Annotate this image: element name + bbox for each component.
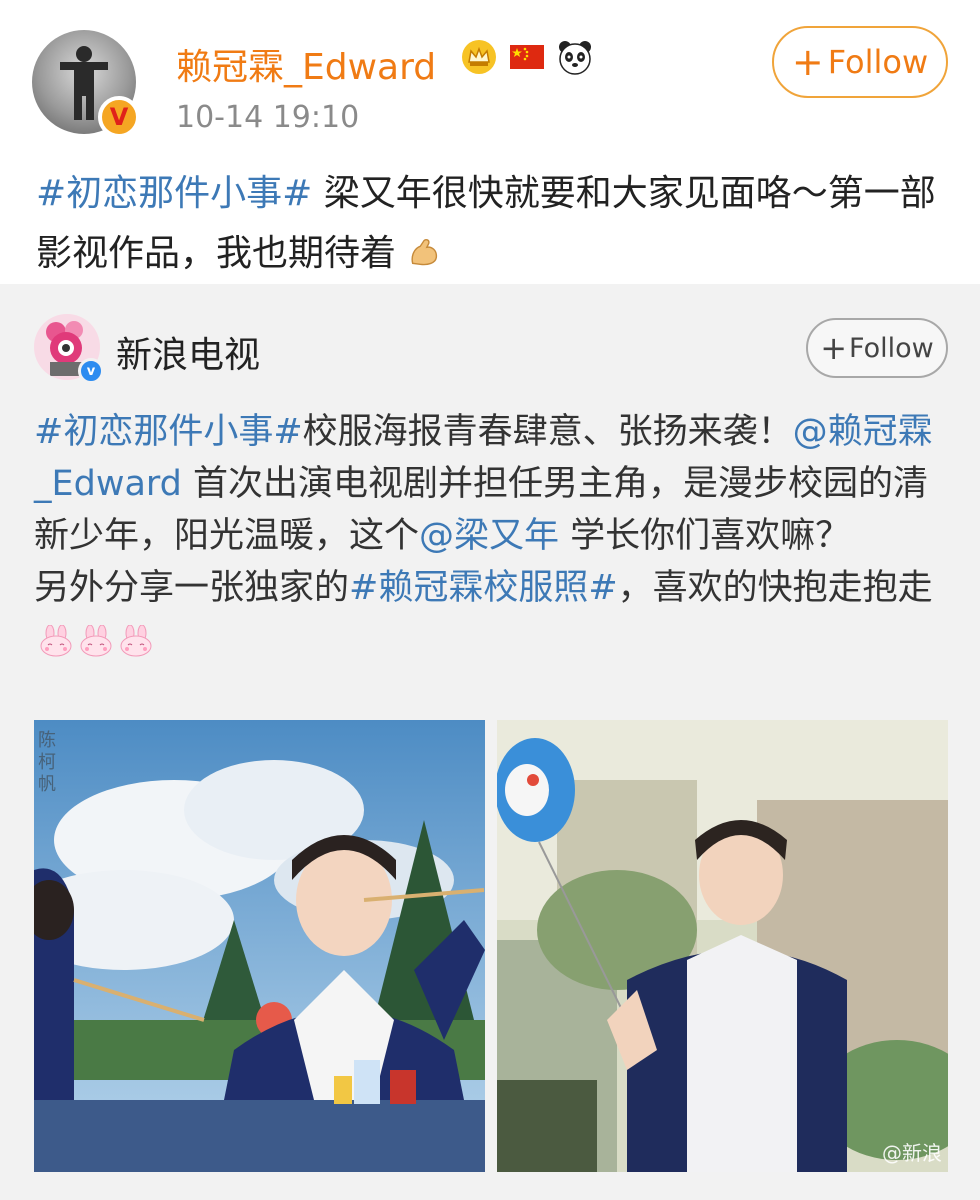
bunny-emoji-group [38,625,154,657]
username[interactable]: 赖冠霖_Edward [176,38,436,90]
repost-text: 校服海报青春肆意、张扬来袭！ [302,412,793,452]
flexed-bicep-icon [411,239,438,266]
repost-username[interactable]: 新浪电视 [116,326,260,378]
crown-badge-icon[interactable] [460,38,498,76]
repost-body: #初恋那件小事#校服海报青春肆意、张扬来袭！@赖冠霖_Edward 首次出演电视… [34,406,934,666]
follow-label: Follow [827,43,929,81]
plus-icon: + [791,40,824,84]
verified-badge: v [78,358,104,384]
hashtag-link[interactable]: #初恋那件小事# [34,412,303,452]
follow-button[interactable]: + Follow [772,26,948,98]
uniform-photo[interactable]: @新浪 [497,720,948,1172]
poster-photo[interactable]: 陈柯帆 [34,720,485,1172]
post-timestamp: 10-14 19:10 [176,100,360,135]
post-body: #初恋那件小事# 梁又年很快就要和大家见面咯～第一部影视作品，我也期待着 [36,164,956,284]
verified-badge: V [98,96,140,138]
repost-text: 另外分享一张独家的 [34,568,350,608]
bunny-icon [80,625,112,657]
photo-grid: 陈柯帆 @新浪 [34,720,948,1172]
panda-icon [556,38,594,76]
china-flag-icon [508,38,546,76]
repost-card[interactable]: v 新浪电视 + Follow #初恋那件小事#校服海报青春肆意、张扬来袭！@赖… [0,284,980,1200]
photo-watermark: @新浪 [882,1141,942,1165]
bunny-icon [40,625,72,657]
hashtag-link[interactable]: #初恋那件小事# [36,173,312,214]
follow-label: Follow [849,332,934,364]
repost-text: 学长你们喜欢嘛？ [559,516,851,556]
hashtag-link[interactable]: #赖冠霖校服照# [349,568,618,608]
post-header: V 赖冠霖_Edward 10-14 19:10 + Follow [0,0,980,150]
poster-side-text: 陈柯帆 [38,730,56,795]
bunny-icon [120,625,152,657]
user-badges [460,38,594,76]
repost-text: ，喜欢的快抱走抱走 [617,568,933,608]
repost-follow-button[interactable]: + Follow [806,318,948,378]
mention-link[interactable]: @梁又年 [419,516,559,556]
plus-icon: + [820,329,848,367]
